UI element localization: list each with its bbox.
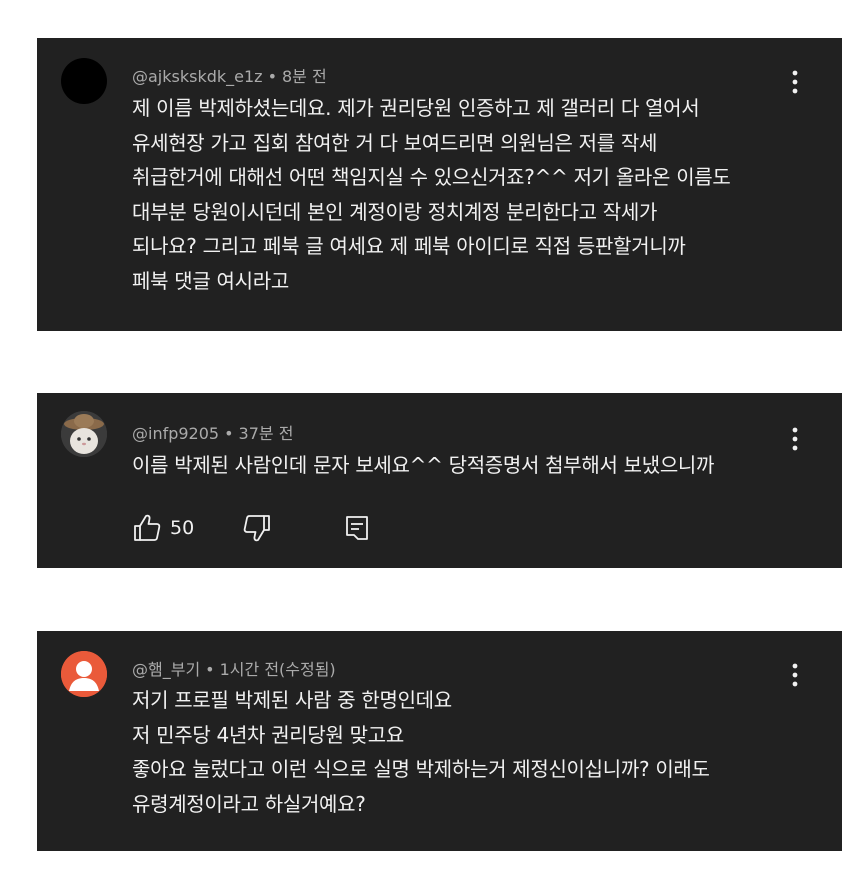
comment-meta: @ajkskskdk_e1z • 8분 전 (132, 63, 327, 87)
timestamp[interactable]: 1시간 전(수정됨) (220, 660, 336, 679)
avatar[interactable] (61, 58, 107, 104)
comment-meta: @햄_부기 • 1시간 전(수정됨) (132, 656, 336, 680)
cat-with-hat-avatar-image (61, 411, 107, 457)
default-user-avatar-icon (61, 651, 107, 697)
separator: • (267, 67, 277, 86)
comment-card: @ajkskskdk_e1z • 8분 전 제 이름 박제하셨는데요. 제가 권리당… (37, 38, 842, 331)
comment-meta: @infp9205 • 37분 전 (132, 420, 293, 444)
comment-card: @햄_부기 • 1시간 전(수정됨) 저기 프로필 박제된 사람 중 한명인데요 저… (37, 631, 842, 851)
reply-comment-icon (346, 516, 368, 540)
author-handle[interactable]: @ajkskskdk_e1z (132, 67, 263, 86)
author-handle[interactable]: @infp9205 (132, 424, 219, 443)
timestamp[interactable]: 8분 전 (282, 67, 327, 86)
dislike-button[interactable] (242, 513, 272, 543)
avatar[interactable] (61, 411, 107, 457)
reply-button[interactable] (342, 513, 372, 543)
more-vert-icon (792, 70, 798, 94)
like-button[interactable] (132, 513, 162, 543)
avatar[interactable] (61, 651, 107, 697)
comment-card: @infp9205 • 37분 전 이름 박제된 사람인데 문자 보세요^^ 당적증… (37, 393, 842, 568)
more-options-button[interactable] (786, 425, 804, 453)
more-vert-icon (792, 663, 798, 687)
more-vert-icon (792, 427, 798, 451)
comment-text: 이름 박제된 사람인데 문자 보세요^^ 당적증명서 첨부해서 보냈으니까 (132, 453, 715, 477)
more-options-button[interactable] (786, 661, 804, 689)
like-count: 50 (170, 517, 195, 539)
thumbs-up-icon (134, 514, 161, 541)
thumbs-down-icon (243, 515, 270, 542)
comment-text: 저기 프로필 박제된 사람 중 한명인데요 저 민주당 4년차 권리당원 맞고요… (132, 688, 710, 816)
more-options-button[interactable] (786, 68, 804, 96)
timestamp[interactable]: 37분 전 (239, 424, 294, 443)
author-handle[interactable]: @햄_부기 (132, 660, 200, 679)
separator: • (224, 424, 234, 443)
comment-text: 제 이름 박제하셨는데요. 제가 권리당원 인증하고 제 갤러리 다 열어서 유… (132, 96, 731, 293)
separator: • (205, 660, 215, 679)
